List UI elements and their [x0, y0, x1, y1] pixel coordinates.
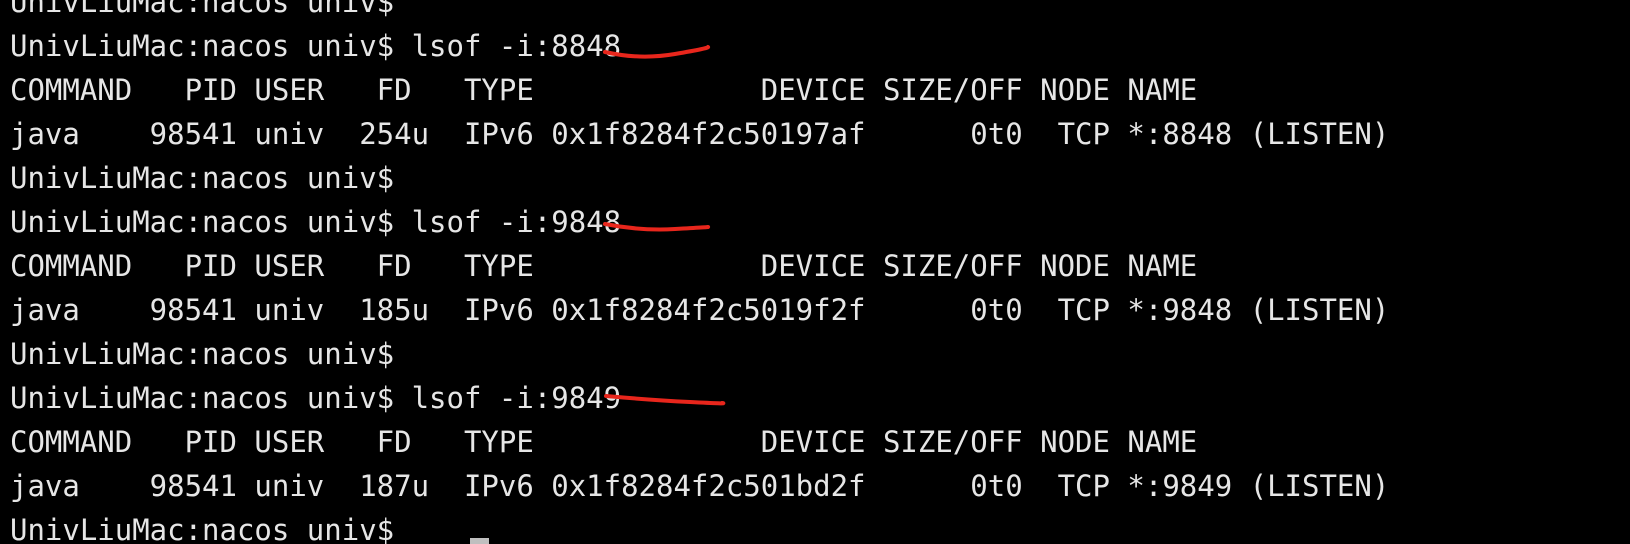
prompt-line-current: UnivLiuMac:nacos univ$	[10, 513, 395, 544]
lsof-header-row: COMMAND PID USER FD TYPE DEVICE SIZE/OFF…	[10, 73, 1198, 107]
lsof-result-row-9848: java 98541 univ 185u IPv6 0x1f8284f2c501…	[10, 293, 1390, 327]
terminal-window[interactable]: UnivLiuMac:nacos univ$ UnivLiuMac:nacos u…	[0, 0, 1630, 544]
lsof-header-row: COMMAND PID USER FD TYPE DEVICE SIZE/OFF…	[10, 425, 1198, 459]
red-underline-9848	[603, 222, 711, 232]
red-underline-8848	[603, 45, 711, 59]
terminal-line-partial: UnivLiuMac:nacos univ$	[10, 0, 395, 19]
underline-stroke	[604, 394, 726, 406]
lsof-result-row-8848: java 98541 univ 254u IPv6 0x1f8284f2c501…	[10, 117, 1390, 151]
terminal-cursor	[470, 538, 489, 544]
underline-stroke	[603, 222, 711, 232]
lsof-header-row: COMMAND PID USER FD TYPE DEVICE SIZE/OFF…	[10, 249, 1198, 283]
prompt-line: UnivLiuMac:nacos univ$	[10, 161, 395, 195]
underline-stroke	[603, 45, 711, 59]
red-underline-9849	[604, 394, 726, 406]
prompt-line: UnivLiuMac:nacos univ$	[10, 337, 395, 371]
terminal-output: UnivLiuMac:nacos univ$ UnivLiuMac:nacos u…	[10, 0, 1389, 544]
lsof-result-row-9849: java 98541 univ 187u IPv6 0x1f8284f2c501…	[10, 469, 1390, 503]
